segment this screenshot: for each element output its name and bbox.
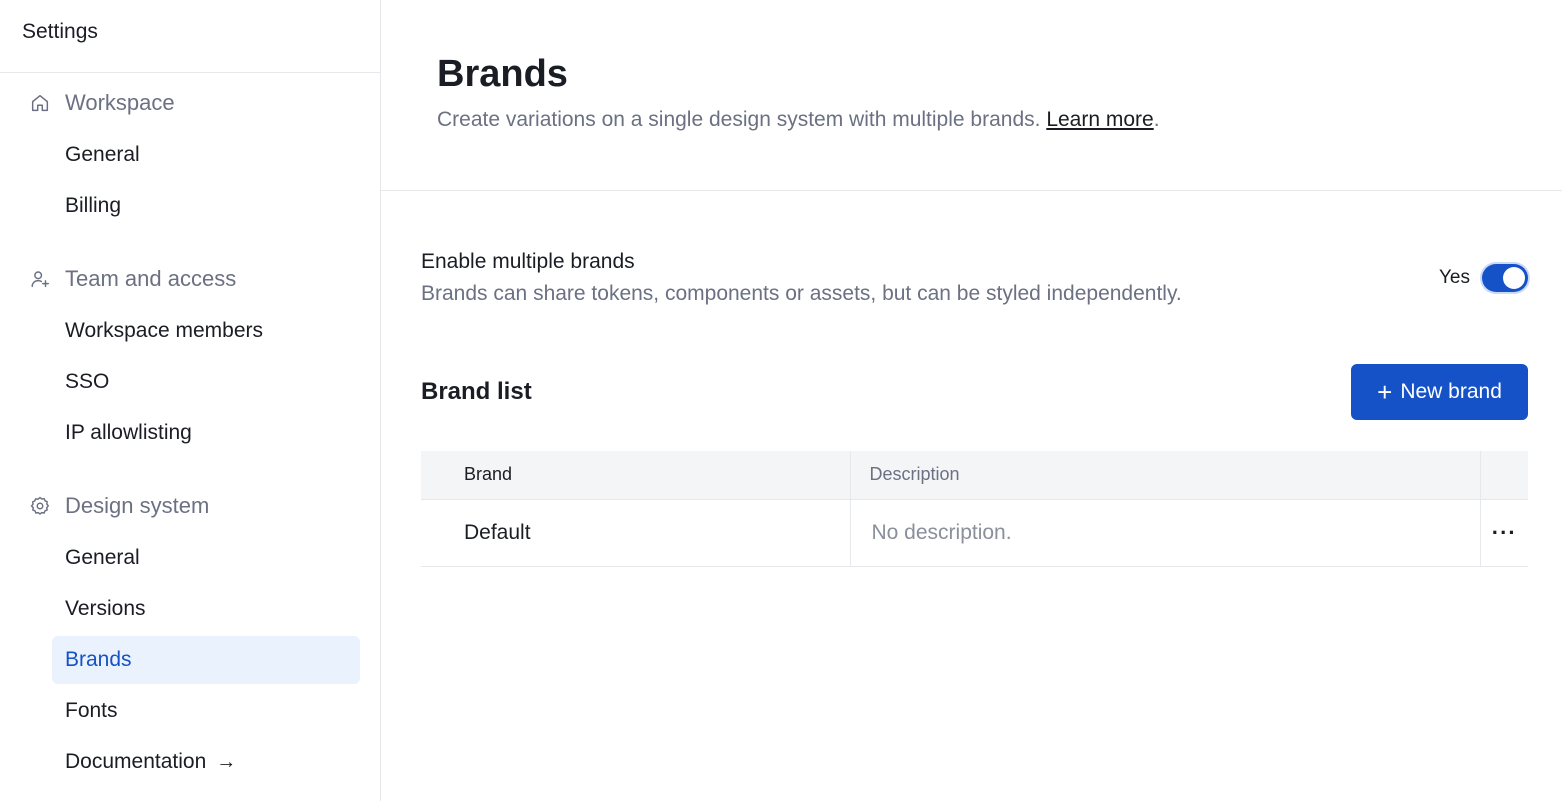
sidebar-item-label: General (65, 546, 140, 569)
sidebar-item-documentation[interactable]: Documentation → (52, 738, 360, 786)
section-header-workspace: Workspace (0, 75, 380, 131)
section-team-access: Team and access Workspace members SSO IP… (0, 251, 380, 457)
brand-description-cell: No description. (849, 499, 1480, 567)
section-workspace: Workspace General Billing (0, 75, 380, 230)
brand-table: Brand Description Default No description… (421, 451, 1528, 567)
settings-sidebar: Settings Workspace General Billing Team … (0, 0, 381, 801)
sidebar-title: Settings (0, 0, 380, 73)
sidebar-item-label: Billing (65, 194, 122, 217)
gear-icon (28, 494, 52, 518)
section-header-team-access: Team and access (0, 251, 380, 307)
enable-brands-toggle-group: Yes (1439, 264, 1528, 292)
toggle-label: Yes (1439, 267, 1470, 288)
row-actions-cell: ··· (1479, 499, 1528, 567)
brand-name-cell: Default (421, 499, 850, 567)
table-header-row: Brand Description (421, 451, 1528, 500)
section-label: Team and access (65, 266, 237, 291)
sidebar-item-label: Workspace members (65, 319, 264, 342)
enable-brands-toggle[interactable] (1482, 264, 1528, 292)
arrow-right-icon: → (216, 750, 237, 773)
sidebar-item-ip-allowlisting[interactable]: IP allowlisting (52, 409, 360, 457)
page-subtitle: Create variations on a single design sys… (437, 108, 1562, 132)
table-row[interactable]: Default No description. ··· (421, 499, 1528, 567)
sidebar-item-label: Fonts (65, 699, 118, 722)
sidebar-item-label: General (65, 143, 140, 166)
home-icon (28, 91, 52, 115)
enable-brands-description: Brands can share tokens, components or a… (421, 282, 1182, 305)
sidebar-item-versions[interactable]: Versions (52, 585, 360, 633)
section-label: Workspace (65, 90, 175, 115)
column-header-actions (1479, 451, 1528, 500)
sidebar-item-label: Versions (65, 597, 146, 620)
brand-list-title: Brand list (421, 378, 532, 405)
sidebar-item-billing[interactable]: Billing (52, 182, 360, 230)
toggle-knob (1503, 267, 1525, 289)
sidebar-item-fonts[interactable]: Fonts (52, 687, 360, 735)
sidebar-item-design-general[interactable]: General (52, 534, 360, 582)
column-header-description: Description (849, 451, 1480, 500)
sidebar-item-workspace-members[interactable]: Workspace members (52, 307, 360, 355)
page-subtitle-text: Create variations on a single design sys… (437, 108, 1041, 131)
section-label: Design system (65, 493, 210, 518)
main-content: Brands Create variations on a single des… (381, 0, 1562, 801)
section-header-design-system: Design system (0, 478, 380, 534)
sidebar-item-workspace-general[interactable]: General (52, 131, 360, 179)
more-options-icon[interactable]: ··· (1492, 520, 1517, 545)
sidebar-item-label: SSO (65, 370, 110, 393)
enable-brands-title: Enable multiple brands (421, 250, 635, 273)
new-brand-label: New brand (1400, 380, 1502, 403)
brand-list-header: Brand list + New brand (421, 364, 1528, 420)
user-add-icon (28, 267, 52, 291)
learn-more-link[interactable]: Learn more (1046, 108, 1153, 131)
plus-icon: + (1377, 377, 1393, 407)
column-header-brand: Brand (421, 451, 850, 500)
sidebar-item-sso[interactable]: SSO (52, 358, 360, 406)
sidebar-item-label: Brands (65, 648, 132, 671)
new-brand-button[interactable]: + New brand (1351, 364, 1528, 420)
section-design-system: Design system General Versions Brands Fo… (0, 478, 380, 786)
enable-brands-setting: Enable multiple brands Brands can share … (421, 250, 1528, 310)
page-header: Brands Create variations on a single des… (381, 0, 1562, 191)
subtitle-period: . (1153, 108, 1160, 131)
page-title: Brands (437, 53, 568, 95)
sidebar-item-label: Documentation (65, 750, 207, 773)
sidebar-item-label: IP allowlisting (65, 421, 192, 444)
sidebar-item-brands[interactable]: Brands (52, 636, 360, 684)
